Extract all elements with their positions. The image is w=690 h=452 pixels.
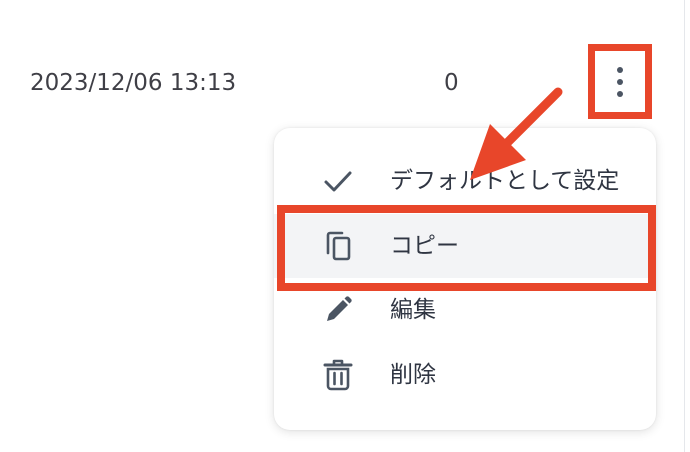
menu-item-label: デフォルトとして設定 (390, 168, 620, 194)
pencil-icon (320, 292, 356, 328)
menu-item-delete[interactable]: 削除 (274, 343, 656, 407)
menu-item-set-default[interactable]: デフォルトとして設定 (274, 149, 656, 213)
copy-icon (320, 228, 356, 264)
more-options-button[interactable] (588, 44, 652, 119)
row-count: 0 (444, 70, 459, 96)
menu-item-copy[interactable]: コピー (274, 214, 656, 278)
menu-item-label: コピー (390, 233, 459, 259)
check-icon (320, 163, 356, 199)
context-menu: デフォルトとして設定 コピー 編集 削除 (274, 128, 656, 430)
menu-item-label: 削除 (390, 362, 436, 388)
menu-item-edit[interactable]: 編集 (274, 278, 656, 342)
menu-item-label: 編集 (390, 297, 436, 323)
page-edge-divider (684, 0, 685, 452)
more-vertical-icon (617, 66, 623, 97)
row-date: 2023/12/06 13:13 (30, 70, 237, 96)
trash-icon (320, 357, 356, 393)
